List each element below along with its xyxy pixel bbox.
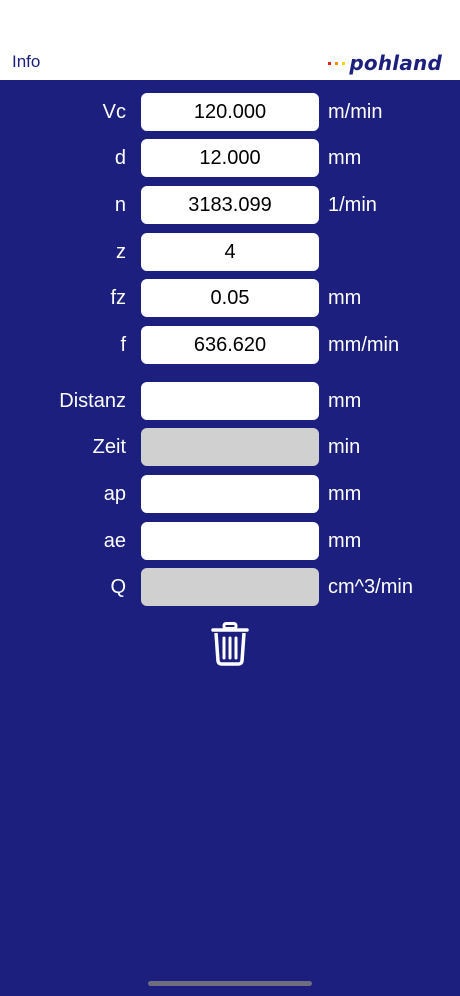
row-z: z: [0, 233, 460, 271]
row-f: f mm/min: [0, 326, 460, 364]
row-q: Q cm^3/min: [0, 568, 460, 606]
row-vc: Vc m/min: [0, 93, 460, 131]
unit-n: 1/min: [328, 194, 377, 216]
logo-text: pohland: [349, 51, 442, 75]
unit-ae: mm: [328, 530, 362, 552]
row-distanz: Distanz mm: [0, 382, 460, 420]
input-fz[interactable]: [141, 279, 319, 317]
logo-dot-orange: [335, 61, 339, 65]
unit-ap: mm: [328, 483, 362, 505]
label-vc: Vc: [102, 101, 126, 123]
input-distanz[interactable]: [141, 382, 319, 420]
label-distanz: Distanz: [59, 390, 126, 412]
input-f[interactable]: [141, 326, 319, 364]
unit-d: mm: [328, 147, 362, 169]
unit-distanz: mm: [328, 390, 362, 412]
label-fz: fz: [110, 287, 126, 309]
row-ae: ae mm: [0, 522, 460, 560]
label-q: Q: [110, 576, 126, 598]
input-n[interactable]: [141, 186, 319, 224]
label-d: d: [114, 147, 126, 169]
label-z: z: [116, 241, 126, 263]
unit-vc: m/min: [328, 101, 383, 123]
unit-zeit: min: [328, 436, 361, 458]
label-n: n: [114, 194, 126, 216]
input-ae[interactable]: [141, 522, 319, 560]
row-d: d mm: [0, 139, 460, 177]
row-zeit: Zeit min: [0, 428, 460, 466]
unit-fz: mm: [328, 287, 362, 309]
home-indicator: [148, 981, 312, 986]
unit-q: cm^3/min: [328, 576, 413, 598]
trash-icon[interactable]: [211, 622, 249, 666]
input-ap[interactable]: [141, 475, 319, 513]
output-zeit: [141, 428, 319, 466]
input-vc[interactable]: [141, 93, 319, 131]
row-ap: ap mm: [0, 475, 460, 513]
top-bar: Info pohland: [0, 0, 460, 80]
logo-dots: [328, 61, 346, 65]
row-fz: fz mm: [0, 279, 460, 317]
output-q: [141, 568, 319, 606]
logo-dot-yellow: [342, 61, 346, 65]
input-d[interactable]: [141, 139, 319, 177]
info-link[interactable]: Info: [12, 52, 40, 72]
row-n: n 1/min: [0, 186, 460, 224]
label-f: f: [120, 334, 126, 356]
unit-f: mm/min: [328, 334, 400, 356]
logo-dot-red: [328, 61, 332, 65]
label-ae: ae: [103, 530, 126, 552]
calculator-panel: Vc m/min d mm n 1/min z fz mm f mm/min D…: [0, 80, 460, 996]
input-z[interactable]: [141, 233, 319, 271]
label-zeit: Zeit: [92, 436, 126, 458]
pohland-logo: pohland: [328, 51, 442, 75]
label-ap: ap: [103, 483, 126, 505]
